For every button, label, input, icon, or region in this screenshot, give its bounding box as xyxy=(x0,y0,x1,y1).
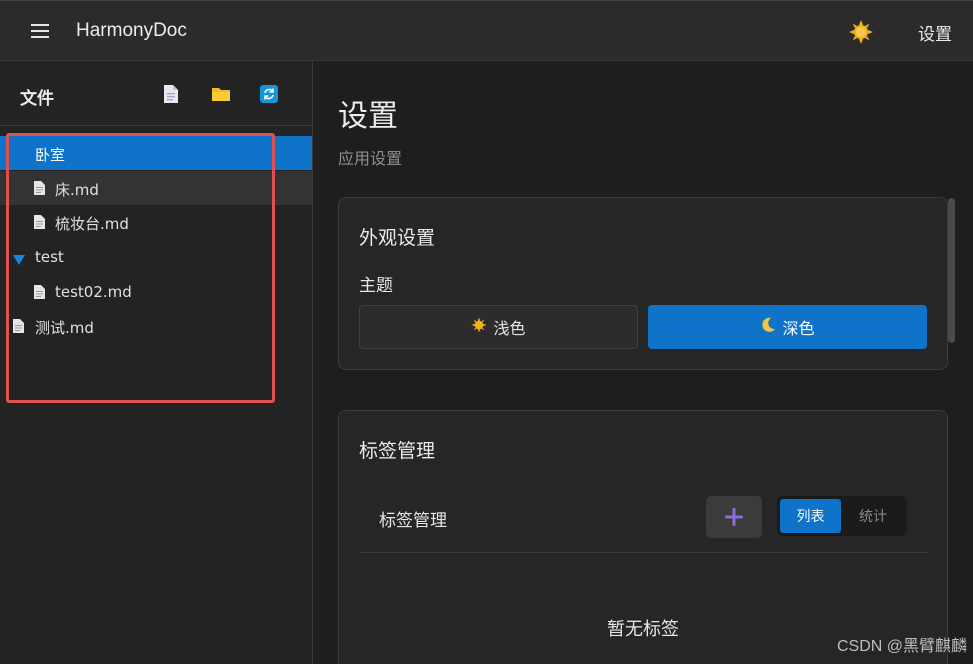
tab-stats[interactable]: 统计 xyxy=(841,499,905,533)
tree-item-label: 测试.md xyxy=(35,319,94,337)
settings-panel: 设置 应用设置 外观设置 主题 浅色 深色 标签管理 标签管理 列表 统计 暂无… xyxy=(314,61,973,664)
tree-item-label: test02.md xyxy=(55,283,132,301)
hamburger-menu-icon[interactable] xyxy=(30,21,50,41)
page-subtitle: 应用设置 xyxy=(338,149,403,168)
settings-link[interactable]: 设置 xyxy=(918,20,952,45)
file-icon xyxy=(13,319,24,333)
light-theme-button[interactable]: 浅色 xyxy=(359,305,638,349)
watermark: CSDN @黑臂麒麟 xyxy=(836,638,967,655)
tree-file-test02[interactable]: test02.md xyxy=(0,275,312,309)
divider xyxy=(359,552,927,553)
tag-management-title: 标签管理 xyxy=(359,440,436,462)
tree-folder-bedroom[interactable]: 卧室 xyxy=(0,136,312,170)
sidebar-title: 文件 xyxy=(20,89,54,109)
appearance-title: 外观设置 xyxy=(359,227,436,249)
tree-item-label: 卧室 xyxy=(35,146,66,164)
tree-item-label: test xyxy=(35,248,64,266)
dark-theme-label: 深色 xyxy=(782,319,815,338)
sun-icon[interactable] xyxy=(848,19,874,45)
tree-item-label: 梳妆台.md xyxy=(55,215,129,233)
page-title: 设置 xyxy=(338,99,398,134)
sun-icon xyxy=(471,317,487,337)
refresh-icon[interactable] xyxy=(260,84,278,104)
plus-icon xyxy=(725,508,743,526)
add-tag-button[interactable] xyxy=(706,496,762,538)
tree-file-bed[interactable]: 床.md xyxy=(0,171,312,205)
view-toggle: 列表 统计 xyxy=(777,496,907,536)
appearance-card: 外观设置 主题 浅色 深色 xyxy=(338,197,948,370)
file-icon xyxy=(34,215,45,229)
tag-row-label: 标签管理 xyxy=(379,511,447,531)
scrollbar-thumb[interactable] xyxy=(948,198,955,343)
new-folder-icon[interactable] xyxy=(211,84,231,104)
moon-icon xyxy=(760,317,776,337)
sidebar-header: 文件 xyxy=(0,61,312,126)
sidebar: 文件 卧室 床.md 梳妆台.md test test02.md 测试.md xyxy=(0,61,313,664)
tree-file-dresser[interactable]: 梳妆台.md xyxy=(0,205,312,239)
dark-theme-button[interactable]: 深色 xyxy=(648,305,927,349)
tree-folder-test[interactable]: test xyxy=(0,240,312,274)
theme-label: 主题 xyxy=(359,276,393,296)
app-title: HarmonyDoc xyxy=(76,20,187,41)
caret-down-icon[interactable] xyxy=(13,251,25,265)
tree-item-label: 床.md xyxy=(55,181,99,199)
new-file-icon[interactable] xyxy=(163,84,181,104)
tag-management-card: 标签管理 标签管理 列表 统计 暂无标签 xyxy=(338,410,948,664)
tab-list[interactable]: 列表 xyxy=(780,499,841,533)
top-bar: HarmonyDoc 设置 xyxy=(0,0,973,61)
tree-file-test-cn[interactable]: 测试.md xyxy=(0,309,312,343)
file-icon xyxy=(34,181,45,195)
file-icon xyxy=(34,285,45,299)
light-theme-label: 浅色 xyxy=(493,319,526,338)
